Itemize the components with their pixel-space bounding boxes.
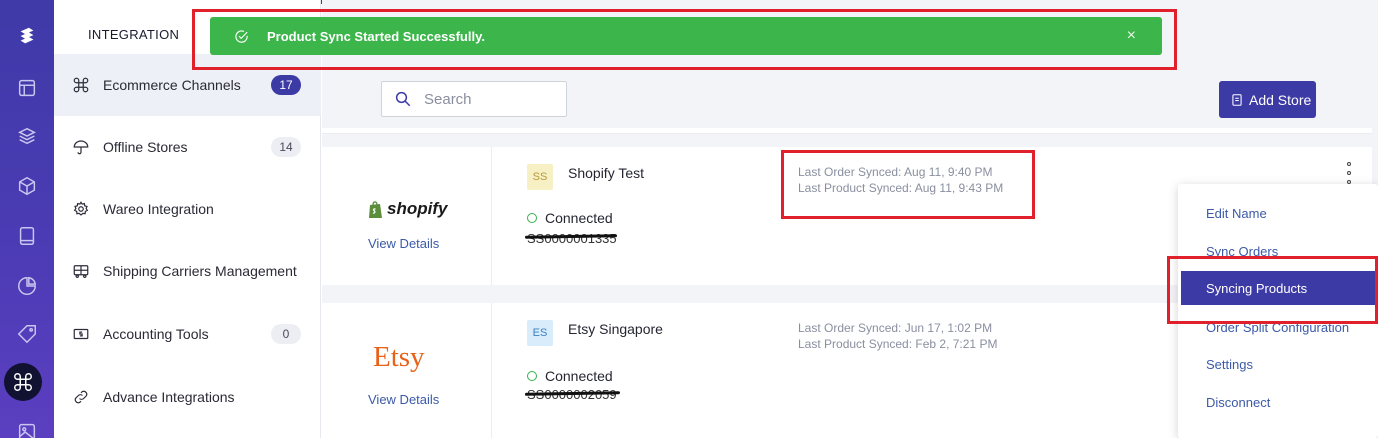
etsy-logo: Etsy bbox=[373, 341, 425, 373]
sidebar-item-label: Ecommerce Channels bbox=[103, 77, 241, 93]
menu-item-disconnect[interactable]: Disconnect bbox=[1178, 385, 1378, 419]
cash-icon bbox=[72, 325, 90, 343]
last-product-synced: Last Product Synced: Feb 2, 7:21 PM bbox=[798, 337, 998, 351]
shopify-wordmark: shopify bbox=[387, 199, 448, 218]
store-name: Etsy Singapore bbox=[568, 321, 663, 337]
list-header-strip bbox=[322, 128, 1372, 134]
status-dot bbox=[527, 213, 537, 223]
shopify-bag-icon bbox=[369, 200, 382, 218]
search-icon bbox=[395, 91, 411, 107]
highlight-box-syncing-products bbox=[1167, 256, 1378, 324]
status-dot bbox=[527, 371, 537, 381]
connection-status: Connected bbox=[527, 210, 613, 226]
command-icon bbox=[72, 76, 90, 94]
pie-chart-icon[interactable] bbox=[9, 268, 45, 304]
sidebar-item-advance-integrations[interactable]: Advance Integrations bbox=[54, 366, 321, 428]
logo-icon[interactable] bbox=[9, 18, 45, 54]
highlight-box-sync-info bbox=[781, 150, 1035, 219]
truck-icon bbox=[72, 262, 90, 280]
dot-icon bbox=[1347, 171, 1351, 175]
shopify-logo: shopify bbox=[368, 199, 447, 219]
command-icon[interactable] bbox=[4, 363, 42, 401]
sidebar-item-label: Wareo Integration bbox=[103, 201, 214, 217]
sidebar-item-label: Offline Stores bbox=[103, 139, 188, 155]
status-label: Connected bbox=[545, 210, 613, 226]
box-icon[interactable] bbox=[9, 168, 45, 204]
connection-status: Connected bbox=[527, 368, 613, 384]
count-badge: 14 bbox=[271, 137, 301, 157]
more-options-button[interactable] bbox=[1342, 162, 1356, 184]
menu-item-settings[interactable]: Settings bbox=[1178, 347, 1378, 381]
sidebar-item-label: Shipping Carriers Management bbox=[103, 263, 297, 279]
app-rail bbox=[0, 0, 54, 438]
status-label: Connected bbox=[545, 368, 613, 384]
document-icon bbox=[1232, 93, 1242, 106]
sidebar-item-shipping-carriers[interactable]: Shipping Carriers Management bbox=[54, 240, 321, 302]
dot-icon bbox=[1347, 162, 1351, 166]
sidebar-item-wareo-integration[interactable]: Wareo Integration bbox=[54, 178, 321, 240]
last-order-synced: Last Order Synced: Jun 17, 1:02 PM bbox=[798, 321, 993, 335]
menu-item-edit-name[interactable]: Edit Name bbox=[1178, 196, 1378, 230]
layout-icon[interactable] bbox=[9, 70, 45, 106]
count-badge: 17 bbox=[271, 75, 301, 95]
store-avatar: SS bbox=[527, 164, 553, 190]
search-box[interactable] bbox=[381, 81, 567, 117]
sidebar-item-label: Accounting Tools bbox=[103, 326, 209, 342]
store-logo-column: shopify View Details bbox=[322, 147, 492, 285]
layers-icon[interactable] bbox=[9, 118, 45, 154]
highlight-box-toast bbox=[192, 9, 1177, 70]
store-name: Shopify Test bbox=[568, 165, 645, 181]
view-details-link[interactable]: View Details bbox=[368, 236, 439, 251]
tablet-icon[interactable] bbox=[9, 218, 45, 254]
add-store-button[interactable]: Add Store bbox=[1219, 81, 1316, 118]
sidebar-item-accounting-tools[interactable]: Accounting Tools 0 bbox=[54, 303, 321, 365]
sidebar-item-offline-stores[interactable]: Offline Stores 14 bbox=[54, 116, 321, 178]
tag-icon[interactable] bbox=[9, 316, 45, 352]
view-details-link[interactable]: View Details bbox=[368, 392, 439, 407]
gear-icon bbox=[72, 200, 90, 218]
store-logo-column: Etsy View Details bbox=[322, 303, 492, 438]
store-avatar: ES bbox=[527, 320, 553, 346]
count-badge: 0 bbox=[271, 324, 301, 344]
image-icon[interactable] bbox=[9, 414, 45, 438]
search-input[interactable] bbox=[424, 90, 554, 108]
sidebar-item-label: Advance Integrations bbox=[103, 389, 235, 405]
sync-info: Last Order Synced: Jun 17, 1:02 PM Last … bbox=[798, 320, 997, 352]
sidebar-title: INTEGRATION bbox=[88, 27, 180, 42]
link-icon bbox=[72, 388, 90, 406]
umbrella-icon bbox=[72, 138, 90, 156]
add-store-label: Add Store bbox=[1249, 91, 1312, 108]
